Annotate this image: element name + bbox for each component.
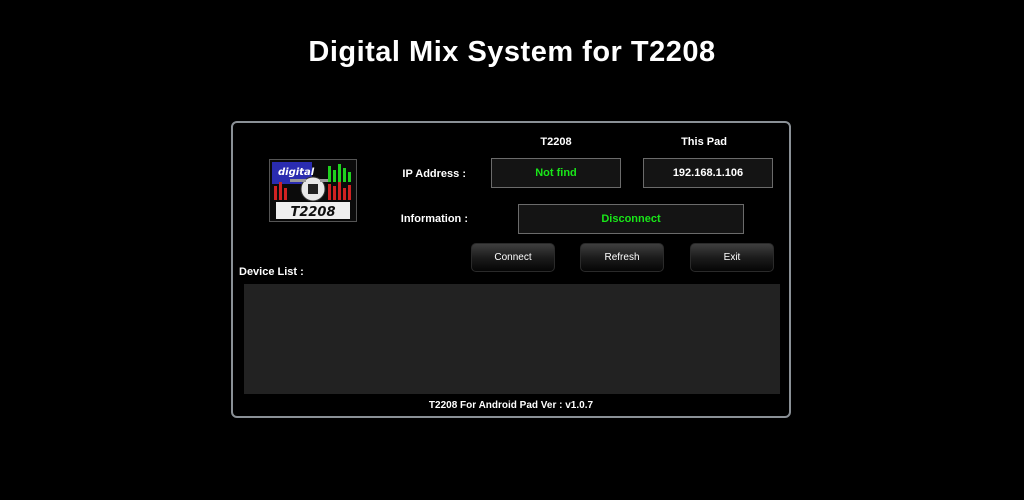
pad-ip-field: 192.168.1.106 (643, 158, 773, 188)
page-title: Digital Mix System for T2208 (308, 36, 716, 68)
refresh-button[interactable]: Refresh (580, 243, 664, 272)
column-header-device: T2208 (540, 136, 572, 148)
connect-button[interactable]: Connect (471, 243, 555, 272)
logo-model-text: T2208 (290, 205, 335, 220)
app-logo: digital T2208 (269, 159, 357, 222)
device-ip-field: Not find (491, 158, 621, 188)
app-screen: Digital Mix System for T2208 digital T22… (0, 0, 1024, 500)
exit-button[interactable]: Exit (690, 243, 774, 272)
logo-graphic: digital T2208 (270, 160, 356, 221)
main-panel: digital T2208 T2208 This Pad IP Address … (231, 121, 791, 418)
information-label: Information : (400, 213, 468, 225)
column-header-this-pad: This Pad (681, 136, 727, 148)
information-status-field: Disconnect (518, 204, 744, 234)
device-list-label: Device List : (239, 266, 304, 278)
ip-address-label: IP Address : (402, 168, 466, 180)
logo-brand-text: digital (278, 167, 315, 178)
version-footer: T2208 For Android Pad Ver : v1.0.7 (428, 400, 594, 411)
device-list[interactable] (244, 284, 780, 394)
